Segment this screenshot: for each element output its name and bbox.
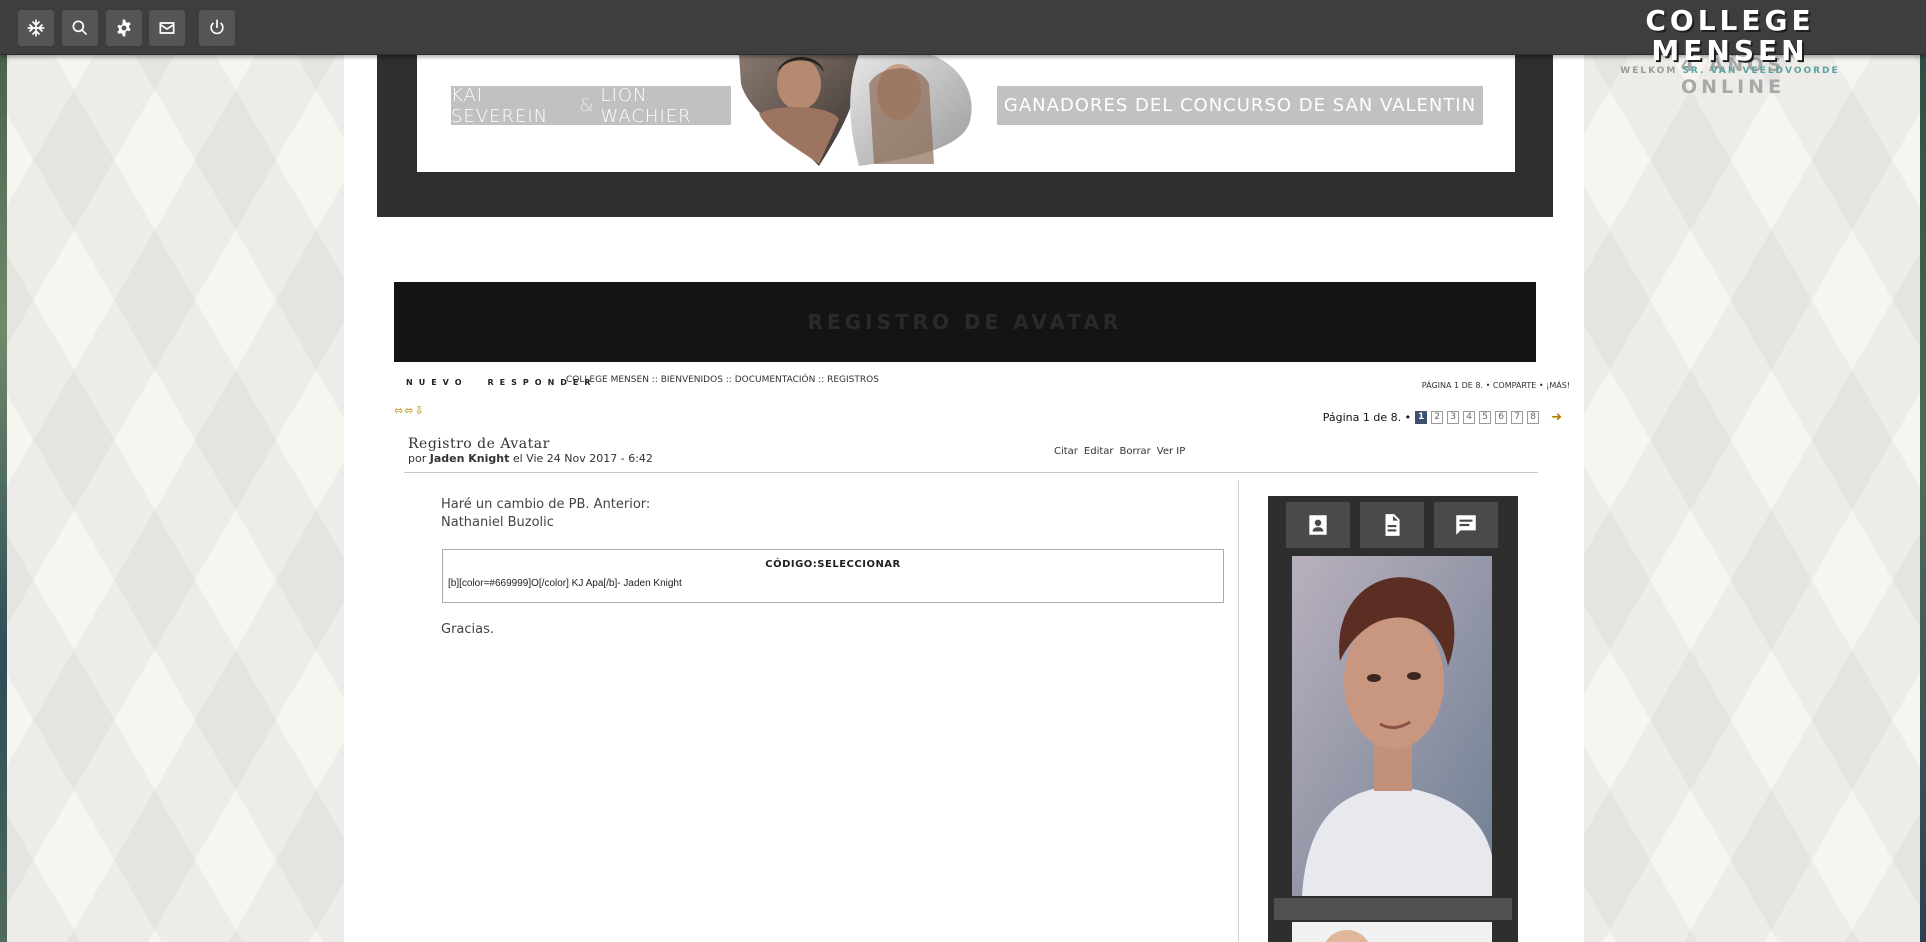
top-bar: COLLEGE MENSEN WELKOM SR. VAN VEELDVOORD… (0, 0, 1926, 76)
breadcrumb[interactable]: COLLEGE MENSEN :: BIENVENIDOS :: DOCUMEN… (566, 375, 879, 385)
post-meta-prefix: por (408, 452, 427, 465)
right-edge-strip (1920, 0, 1926, 942)
new-topic-button[interactable]: NUEVO (406, 378, 468, 387)
post-title[interactable]: Registro de Avatar (408, 436, 653, 452)
next-page-arrow-icon[interactable]: ➜ (1551, 410, 1562, 425)
page-link-8[interactable]: 8 (1527, 411, 1540, 424)
profile-secondary-avatar (1322, 930, 1372, 942)
profile-name-bar (1274, 898, 1512, 920)
post-divider (404, 472, 1538, 473)
code-content: [b][color=#669999]O[/color] KJ Apa[/b]- … (448, 578, 682, 589)
document-icon[interactable] (1360, 502, 1424, 548)
couple-heart-photo (739, 54, 972, 166)
banner-ampersand: & (579, 95, 595, 116)
edit-button[interactable]: Editar (1084, 446, 1114, 457)
page-link-6[interactable]: 6 (1495, 411, 1508, 424)
banner-name-1: KAI SEVEREIN (451, 84, 549, 127)
site-brand[interactable]: COLLEGE MENSEN WELKOM SR. VAN VEELDVOORD… (1590, 4, 1870, 77)
pagination-label: Página 1 de 8. • (1322, 411, 1412, 424)
page-link-2[interactable]: 2 (1431, 411, 1444, 424)
mail-icon[interactable] (149, 10, 185, 46)
page-link-7[interactable]: 7 (1511, 411, 1524, 424)
post-closing: Gracias. (441, 622, 495, 637)
post-meta: por Jaden Knight el Vie 24 Nov 2017 - 6:… (408, 452, 653, 465)
pagination: Página 1 de 8. • 1 2 3 4 5 6 7 8 ➜ (1323, 410, 1562, 425)
welcome-username[interactable]: SR. VAN VEELDVOORDE (1682, 66, 1839, 76)
post-tools: Citar Editar Borrar Ver IP (1054, 446, 1185, 457)
page-link-5[interactable]: 5 (1479, 411, 1492, 424)
code-block: CÓDIGO:SELECCIONAR [b][color=#669999]O[/… (442, 549, 1224, 603)
profile-card-icon[interactable] (1286, 502, 1350, 548)
delete-button[interactable]: Borrar (1120, 446, 1151, 457)
gear-icon[interactable] (106, 10, 142, 46)
author-avatar[interactable] (1292, 556, 1492, 896)
post-body: Haré un cambio de PB. Anterior: Nathanie… (441, 496, 650, 532)
message-icon[interactable] (1434, 502, 1498, 548)
post-body-line-2: Nathaniel Buzolic (441, 515, 554, 530)
couple-names-box: KAI SEVEREIN & LION WACHIER (451, 84, 731, 127)
power-icon[interactable] (199, 10, 235, 46)
view-ip-button[interactable]: Ver IP (1157, 446, 1186, 457)
post-author[interactable]: Jaden Knight (430, 452, 510, 465)
post-body-line-1: Haré un cambio de PB. Anterior: (441, 497, 651, 512)
snowflake-icon[interactable] (18, 10, 54, 46)
main-column: KAI SEVEREIN & LION WACHIER GANADORES DE… (344, 0, 1584, 942)
page-link-3[interactable]: 3 (1447, 411, 1460, 424)
topic-title-bar: REGISTRO DE AVATAR (394, 282, 1536, 362)
post-date: el Vie 24 Nov 2017 - 6:42 (512, 452, 653, 465)
code-select-link[interactable]: CÓDIGO:SELECCIONAR (443, 559, 1223, 570)
contest-winners-box: GANADORES DEL CONCURSO DE SAN VALENTIN (997, 86, 1483, 125)
quote-button[interactable]: Citar (1054, 446, 1078, 457)
page-link-4[interactable]: 4 (1463, 411, 1476, 424)
topic-nav-arrows[interactable]: ⬄⬄⇩ (394, 404, 425, 417)
topic-title: REGISTRO DE AVATAR (807, 310, 1123, 334)
banner-name-2: LION WACHIER (600, 84, 692, 127)
post-header: Registro de Avatar por Jaden Knight el V… (408, 436, 653, 465)
welcome-line: WELKOM SR. VAN VEELDVOORDE (1590, 66, 1870, 76)
welcome-prefix: WELKOM (1620, 66, 1678, 76)
search-icon[interactable] (62, 10, 98, 46)
brand-title: COLLEGE MENSEN (1645, 4, 1815, 67)
page-link-1[interactable]: 1 (1415, 411, 1428, 424)
profile-secondary-image (1292, 922, 1492, 942)
author-profile-panel (1268, 496, 1518, 942)
left-edge-strip (0, 0, 7, 942)
share-line[interactable]: PÁGINA 1 DE 8. • COMPARTE • ¡MÁS! (1422, 381, 1570, 390)
post-column-divider (1238, 480, 1239, 942)
